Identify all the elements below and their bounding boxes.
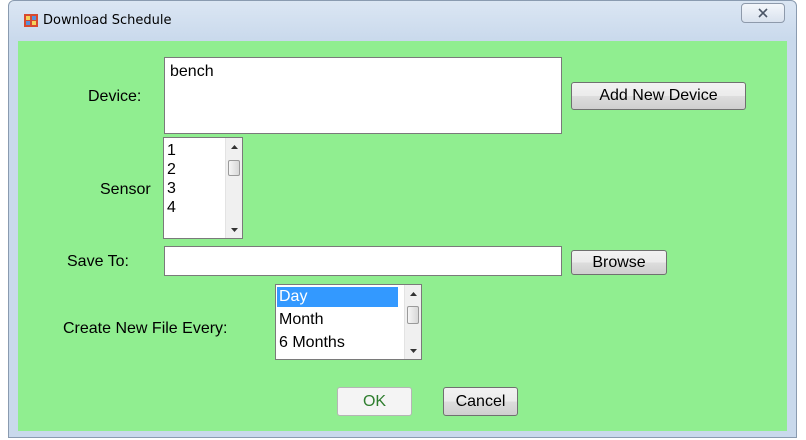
scroll-down-icon[interactable] xyxy=(405,342,421,359)
close-icon xyxy=(758,6,768,21)
frequency-list-item[interactable]: Month xyxy=(277,310,398,330)
title-bar: Download Schedule xyxy=(9,1,796,41)
device-value: bench xyxy=(170,63,214,80)
frequency-list-item[interactable]: 6 Months xyxy=(277,333,398,353)
frequency-label: Create New File Every: xyxy=(63,320,228,337)
device-textbox[interactable]: bench xyxy=(164,57,562,134)
sensor-scrollbar[interactable] xyxy=(225,138,242,238)
scroll-up-icon[interactable] xyxy=(405,285,421,302)
add-new-device-button[interactable]: Add New Device xyxy=(571,82,746,110)
window-title: Download Schedule xyxy=(43,13,172,28)
sensor-list-item[interactable]: 3 xyxy=(165,179,225,199)
sensor-list-item[interactable]: 2 xyxy=(165,160,225,180)
download-schedule-window: Download Schedule Device: bench Add New … xyxy=(8,0,797,438)
sensor-list-item[interactable]: 4 xyxy=(165,198,225,218)
save-to-textbox[interactable] xyxy=(164,246,562,276)
app-icon xyxy=(24,14,38,27)
frequency-listbox[interactable]: Day Month 6 Months xyxy=(275,284,422,360)
ok-button[interactable]: OK xyxy=(337,387,412,416)
cancel-button[interactable]: Cancel xyxy=(443,387,518,416)
scroll-down-icon[interactable] xyxy=(226,221,242,238)
sensor-scroll-thumb[interactable] xyxy=(228,160,240,176)
frequency-scroll-thumb[interactable] xyxy=(407,306,419,324)
close-button[interactable] xyxy=(741,3,785,23)
device-label: Device: xyxy=(88,88,142,105)
frequency-scrollbar[interactable] xyxy=(404,285,421,359)
sensor-listbox[interactable]: 1 2 3 4 xyxy=(163,137,243,239)
sensor-label: Sensor xyxy=(100,181,151,198)
sensor-list-item[interactable]: 1 xyxy=(165,141,225,161)
frequency-list-item-selected[interactable]: Day xyxy=(277,287,398,307)
dialog-body: Device: bench Add New Device Sensor 1 2 … xyxy=(18,41,787,431)
save-to-label: Save To: xyxy=(67,253,129,270)
scroll-up-icon[interactable] xyxy=(226,138,242,155)
browse-button[interactable]: Browse xyxy=(571,250,667,275)
